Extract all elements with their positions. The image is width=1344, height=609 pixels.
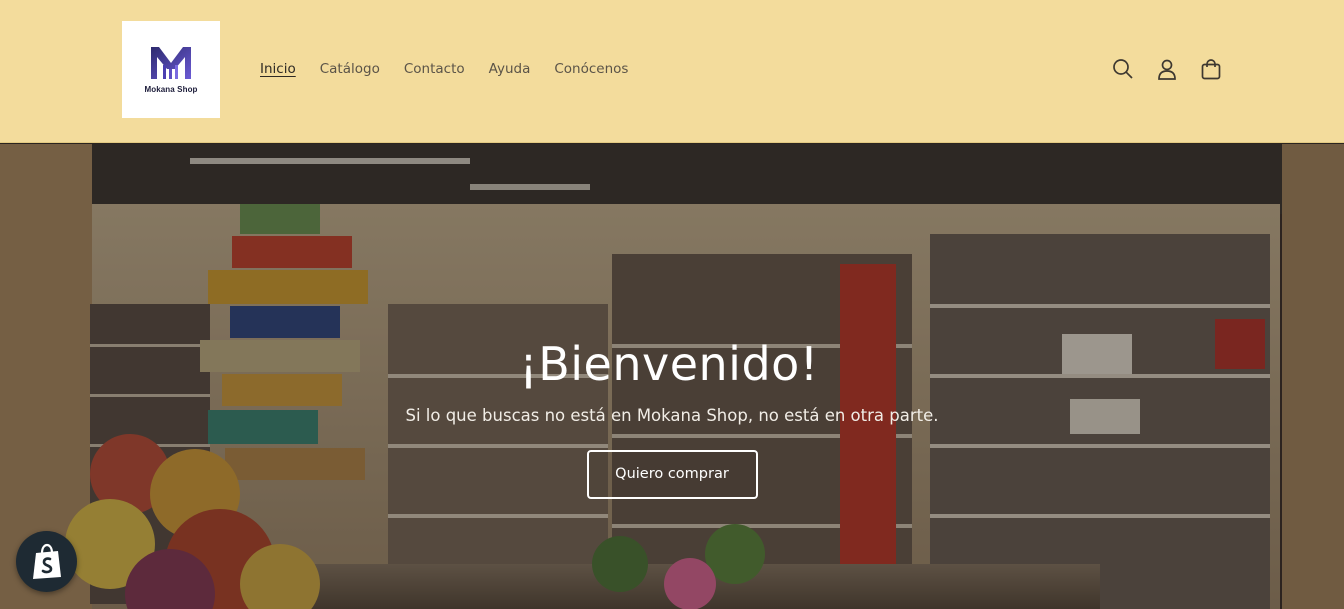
- cart-icon[interactable]: [1198, 56, 1224, 82]
- nav-item-contacto[interactable]: Contacto: [404, 58, 465, 80]
- hero-content: ¡Bienvenido! Si lo que buscas no está en…: [0, 334, 1344, 499]
- brand-name: Mokana Shop: [144, 85, 198, 94]
- nav-item-inicio[interactable]: Inicio: [260, 58, 296, 80]
- nav-item-ayuda[interactable]: Ayuda: [489, 58, 531, 80]
- mokana-logo-icon: [151, 47, 191, 79]
- search-icon[interactable]: [1110, 56, 1136, 82]
- site-header: Mokana Shop Inicio Catálogo Contacto Ayu…: [0, 0, 1344, 143]
- brand-logo[interactable]: Mokana Shop: [122, 21, 220, 118]
- main-nav: Inicio Catálogo Contacto Ayuda Conócenos: [260, 58, 652, 80]
- account-icon[interactable]: [1154, 56, 1180, 82]
- header-actions: [1110, 56, 1242, 82]
- hero-banner: ¡Bienvenido! Si lo que buscas no está en…: [0, 144, 1344, 609]
- shopify-bag-icon[interactable]: [16, 531, 77, 592]
- shop-now-button[interactable]: Quiero comprar: [586, 450, 758, 499]
- hero-subtitle: Si lo que buscas no está en Mokana Shop,…: [405, 406, 939, 425]
- hero-title: ¡Bienvenido!: [519, 337, 819, 391]
- nav-item-conocenos[interactable]: Conócenos: [554, 58, 628, 80]
- nav-item-catalogo[interactable]: Catálogo: [320, 58, 380, 80]
